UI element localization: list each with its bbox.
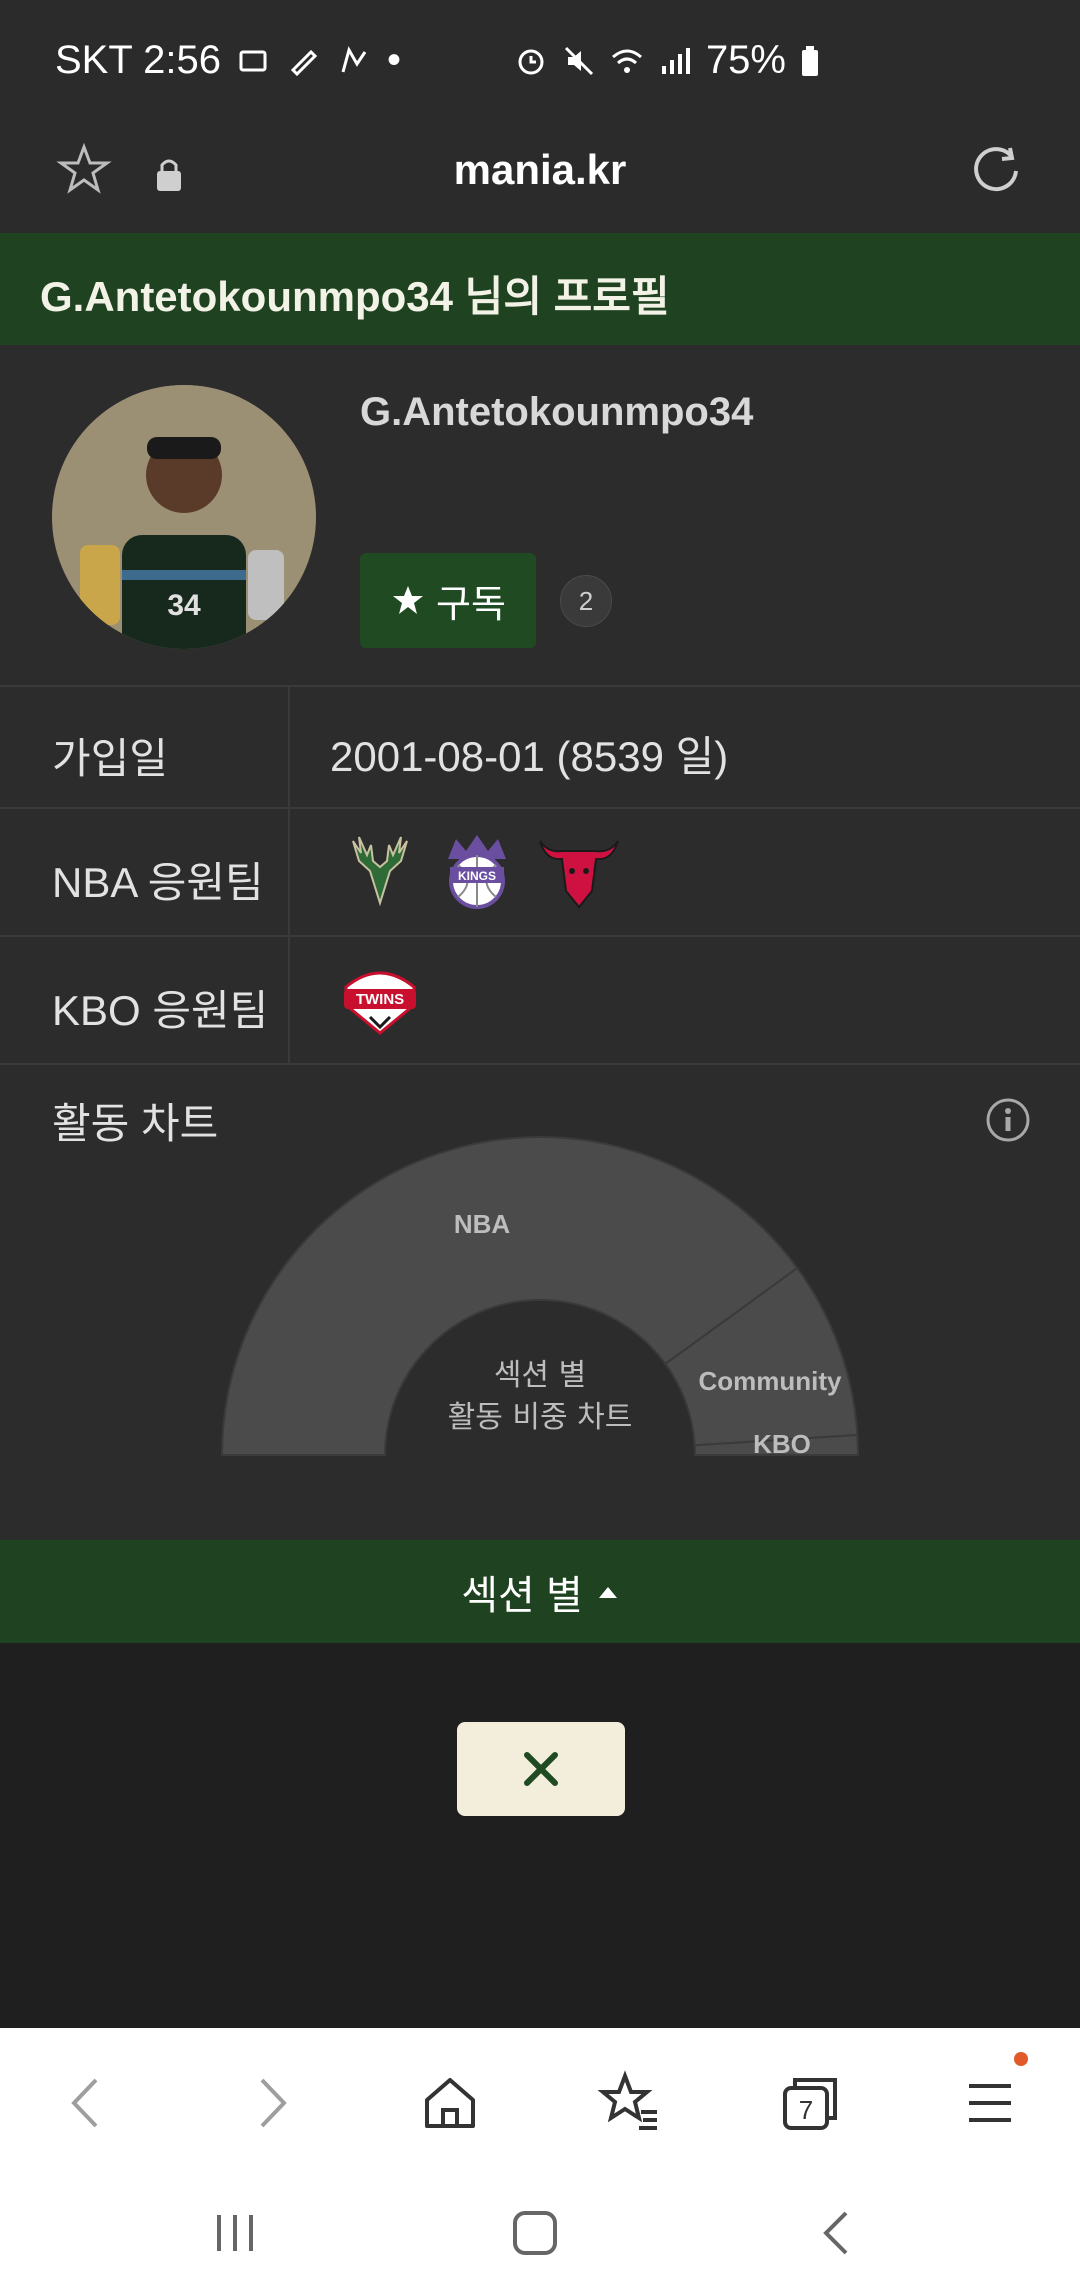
bucks-logo[interactable] <box>345 831 415 911</box>
kbo-team-row: KBO 응원팀 TWINS <box>0 935 1080 1063</box>
carrier-time: SKT 2:56 <box>55 38 222 82</box>
nba-team-label: NBA 응원팀 <box>52 859 264 906</box>
twins-logo-text: TWINS <box>356 991 404 1008</box>
svg-text:7: 7 <box>799 2095 813 2125</box>
star-icon <box>393 585 424 614</box>
notification-icon <box>239 50 267 71</box>
chart-center-text: 활동 비중 차트 <box>448 1400 633 1435</box>
forward-icon[interactable] <box>236 2068 306 2138</box>
kbo-team-label: KBO 응원팀 <box>52 987 269 1034</box>
close-icon <box>524 1752 558 1786</box>
subscribe-button[interactable]: 구독 <box>360 553 536 648</box>
chart-label-community: Community <box>699 1366 843 1396</box>
reload-icon[interactable] <box>968 142 1026 200</box>
battery-icon <box>802 45 818 76</box>
notification-dot <box>1014 2052 1028 2066</box>
nba-team-row: NBA 응원팀 KINGS <box>0 807 1080 935</box>
chart-label-nba: NBA <box>454 1209 511 1239</box>
alarm-icon <box>518 49 544 74</box>
activity-chart: NBA Community KBO 섹션 별활동 비중 차트 <box>220 1136 860 1459</box>
subscribe-label: 구독 <box>436 584 506 626</box>
status-left: SKT 2:56 • <box>55 38 401 83</box>
kings-logo-text: KINGS <box>458 869 496 883</box>
kings-logo[interactable]: KINGS <box>442 831 512 911</box>
bulls-logo[interactable] <box>536 831 622 911</box>
section-toggle-label: 섹션 별 <box>461 1573 583 1618</box>
tabs-icon[interactable]: 7 <box>775 2068 845 2138</box>
close-button[interactable] <box>457 1722 625 1816</box>
profile-header: G.Antetokounmpo34 님의 프로필 <box>0 233 1080 345</box>
system-nav <box>0 2183 1080 2280</box>
avatar-image: 34 <box>52 385 316 649</box>
bookmarks-icon[interactable] <box>595 2068 665 2138</box>
home-icon[interactable] <box>415 2068 485 2138</box>
join-date-value: 2001-08-01 (8539 일) <box>330 733 729 780</box>
menu-icon[interactable] <box>955 2068 1025 2138</box>
edit-icon <box>290 49 318 76</box>
browser-bottom-nav: 7 <box>0 2028 1080 2183</box>
svg-text:34: 34 <box>167 589 201 622</box>
row-separator <box>0 1063 1080 1065</box>
row-divider <box>288 687 290 807</box>
row-divider <box>288 809 290 935</box>
home-button-icon[interactable] <box>505 2203 565 2263</box>
system-back-icon[interactable] <box>808 2203 868 2263</box>
username: G.Antetokounmpo34 <box>360 390 754 434</box>
profile-card: 34 G.Antetokounmpo34 구독 2 가입일 2001-08-01… <box>0 345 1080 1540</box>
chart-center-text: 섹션 별 <box>494 1358 586 1393</box>
avatar: 34 <box>52 385 316 649</box>
chart-label-kbo: KBO <box>753 1429 811 1459</box>
caret-up-icon <box>598 1586 617 1598</box>
sync-icon <box>341 45 367 72</box>
join-date-label: 가입일 <box>52 735 168 782</box>
mute-icon <box>564 46 593 75</box>
battery-text: 75% <box>705 38 786 82</box>
profile-header-title: G.Antetokounmpo34 님의 프로필 <box>40 273 670 320</box>
url-text[interactable]: mania.kr <box>0 146 1080 194</box>
back-icon[interactable] <box>52 2068 122 2138</box>
row-divider <box>288 937 290 1063</box>
status-right: 75% <box>514 38 820 83</box>
twins-logo[interactable]: TWINS <box>340 965 420 1037</box>
wifi-icon <box>611 49 642 73</box>
subscriber-count: 2 <box>560 575 612 627</box>
recent-apps-icon[interactable] <box>205 2203 265 2263</box>
status-bar: SKT 2:56 • 75% <box>0 0 1080 118</box>
browser-toolbar: mania.kr <box>0 118 1080 233</box>
more-dot-icon: • <box>387 38 402 82</box>
join-date-row: 가입일 2001-08-01 (8539 일) <box>0 685 1080 807</box>
section-toggle-bar[interactable]: 섹션 별 <box>0 1540 1080 1643</box>
signal-icon <box>661 47 690 74</box>
